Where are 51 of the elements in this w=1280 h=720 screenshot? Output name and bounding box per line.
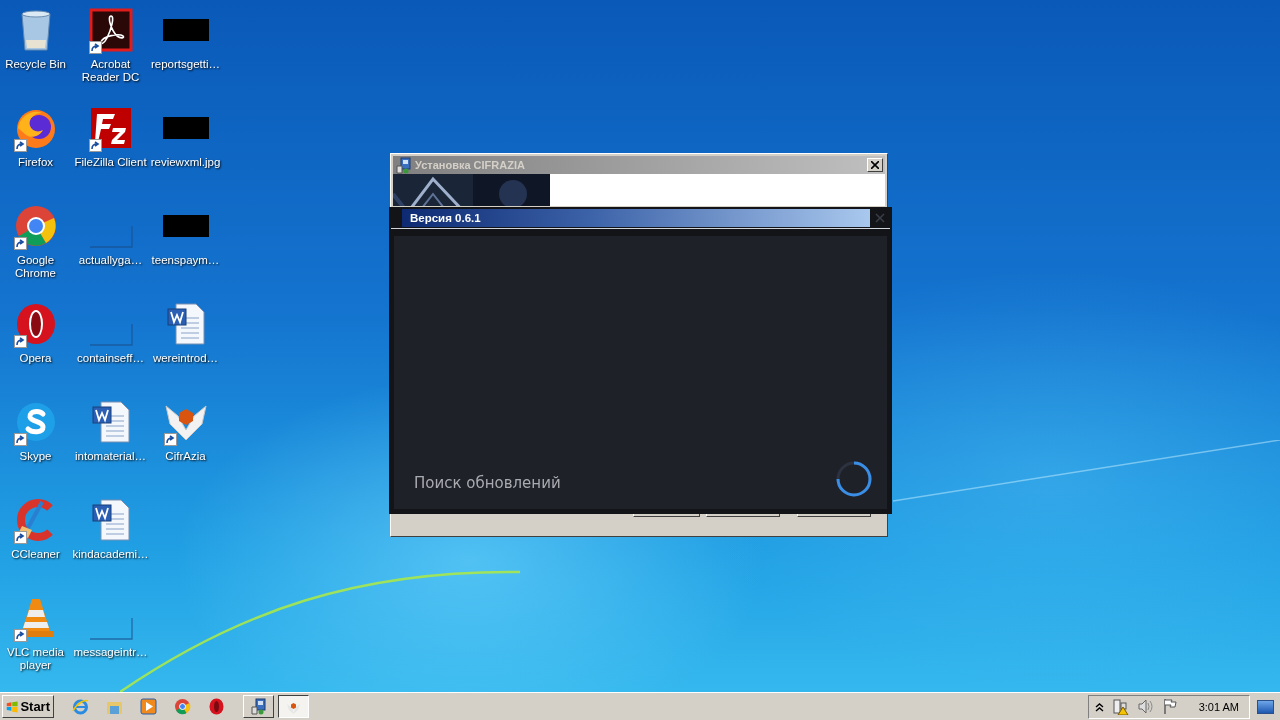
taskbar-button[interactable] bbox=[278, 695, 309, 718]
blank-file-icon bbox=[88, 618, 133, 640]
clock[interactable]: 3:01 AM bbox=[1198, 700, 1239, 713]
icon-label[interactable]: CCleaner bbox=[0, 548, 74, 561]
quick-launch-button[interactable] bbox=[174, 698, 191, 715]
icon-label[interactable]: CifrAzia bbox=[147, 450, 224, 463]
opera-o-icon bbox=[208, 698, 225, 715]
icon-label[interactable]: wereintrod… bbox=[147, 352, 224, 365]
speaker-icon bbox=[1136, 698, 1154, 715]
icon-label[interactable]: kindacademi… bbox=[72, 548, 149, 561]
chrome-browser-icon bbox=[13, 204, 58, 248]
show-desktop-button[interactable] bbox=[1257, 699, 1274, 714]
installer-icon bbox=[250, 698, 267, 715]
icon-label[interactable]: intomaterial… bbox=[72, 450, 149, 463]
icon-label[interactable]: Recycle Bin bbox=[0, 58, 74, 71]
loading-spinner-icon bbox=[835, 460, 873, 498]
network-warning-icon bbox=[1111, 698, 1129, 715]
blank-file-icon bbox=[88, 324, 133, 346]
windows-flag-icon bbox=[6, 699, 19, 714]
filezilla-icon bbox=[88, 106, 133, 150]
start-button[interactable]: Start bbox=[2, 695, 54, 718]
chrome-browser-icon bbox=[174, 698, 191, 715]
icon-label[interactable]: containseff… bbox=[72, 352, 149, 365]
icon-label[interactable]: Opera bbox=[0, 352, 74, 365]
dialog-title: Версия 0.6.1 bbox=[409, 212, 481, 224]
chevron-up-icon bbox=[1094, 701, 1104, 712]
icon-label[interactable]: Skype bbox=[0, 450, 74, 463]
tray-button[interactable] bbox=[1094, 701, 1104, 712]
icon-label[interactable]: Acrobat Reader DC bbox=[72, 58, 149, 84]
redacted-thumbnail-icon bbox=[162, 18, 209, 42]
icon-label[interactable]: reportsgetti… bbox=[147, 58, 224, 71]
icon-label[interactable]: reviewxml.jpg bbox=[147, 156, 224, 169]
flag-icon bbox=[1161, 698, 1179, 715]
media-player-icon bbox=[140, 698, 157, 715]
redacted-thumbnail-icon bbox=[162, 116, 209, 140]
icon-label[interactable]: FileZilla Client bbox=[72, 156, 149, 169]
installer-icon bbox=[395, 156, 412, 174]
quick-launch-button[interactable] bbox=[140, 698, 157, 715]
icon-label[interactable]: teenspaym… bbox=[147, 254, 224, 267]
status-text: Поиск обновлений bbox=[414, 474, 561, 492]
ie-browser-icon bbox=[72, 698, 89, 715]
icon-label[interactable]: Google Chrome bbox=[0, 254, 74, 280]
icon-label[interactable]: Firefox bbox=[0, 156, 74, 169]
window-title: Установка CIFRAZIA bbox=[415, 159, 526, 171]
close-icon bbox=[871, 161, 879, 169]
blank-file-icon bbox=[88, 226, 133, 248]
close-button[interactable] bbox=[867, 158, 883, 172]
icon-label[interactable]: actuallyga… bbox=[72, 254, 149, 267]
redacted-thumbnail-icon bbox=[162, 214, 209, 238]
quick-launch-button[interactable] bbox=[208, 698, 225, 715]
acrobat-document-icon bbox=[88, 8, 133, 52]
